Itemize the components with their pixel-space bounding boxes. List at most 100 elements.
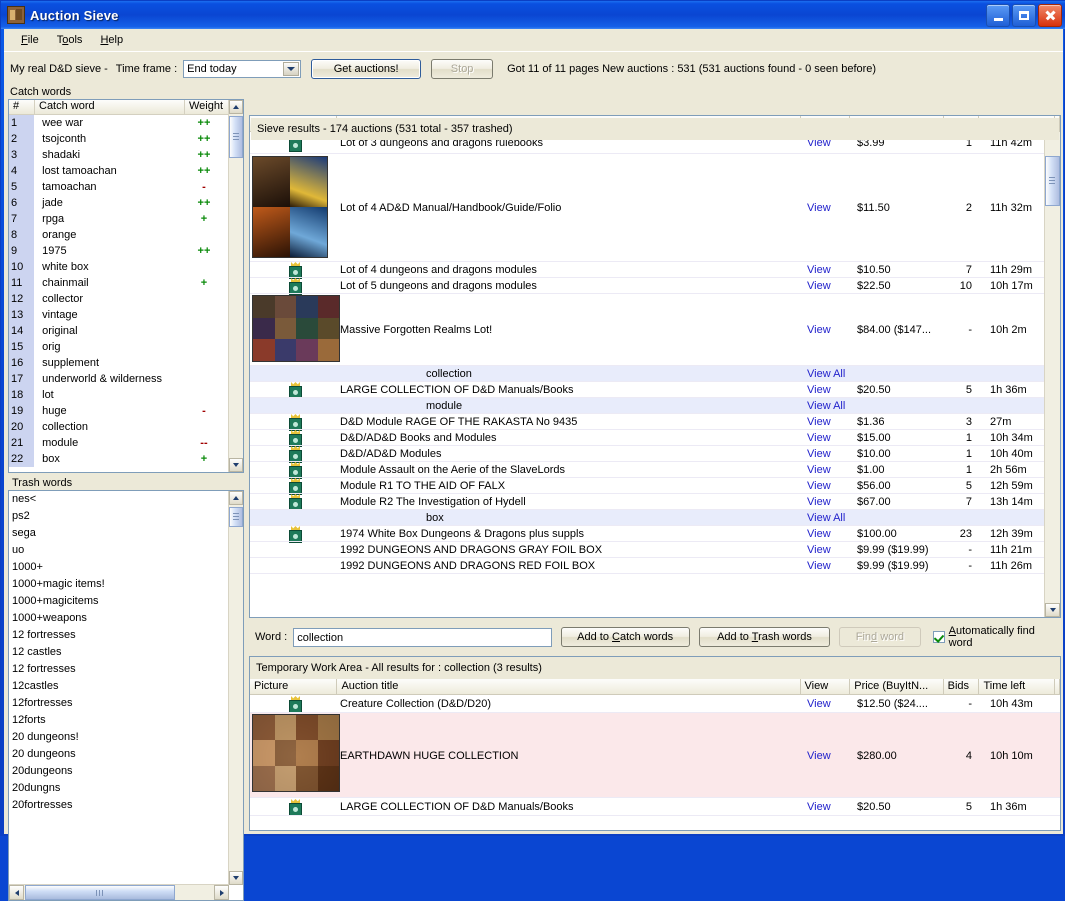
catch-word-row[interactable]: 15orig	[9, 339, 229, 355]
add-to-catch-words-button[interactable]: Add to Catch words	[561, 627, 690, 647]
table-row[interactable]: Massive Forgotten Realms Lot!View$84.00 …	[250, 294, 1045, 366]
trash-word-row[interactable]: ps2	[9, 508, 229, 525]
trash-words-vscrollbar[interactable]	[228, 491, 243, 885]
catch-word-row[interactable]: 13vintage	[9, 307, 229, 323]
view-link[interactable]: View	[804, 202, 854, 214]
view-link[interactable]: View	[804, 698, 854, 710]
trash-word-row[interactable]: uo	[9, 542, 229, 559]
view-link[interactable]: View	[804, 560, 854, 572]
table-row[interactable]: Lot of 5 dungeons and dragons modulesVie…	[250, 278, 1045, 294]
column-header-price[interactable]: Price (BuyItN...	[850, 679, 943, 694]
table-row[interactable]: Module R2 The Investigation of HydellVie…	[250, 494, 1045, 510]
column-header-bids[interactable]: Bids	[944, 679, 980, 694]
chevron-down-icon[interactable]	[283, 62, 299, 76]
catch-word-row[interactable]: 14original	[9, 323, 229, 339]
scroll-left-icon[interactable]	[9, 885, 24, 900]
table-row[interactable]: Lot of 4 AD&D Manual/Handbook/Guide/Foli…	[250, 154, 1045, 262]
menu-file[interactable]: File	[12, 32, 48, 48]
table-row[interactable]: LARGE COLLECTION OF D&D Manuals/BooksVie…	[250, 382, 1045, 398]
catch-word-row[interactable]: 10white box	[9, 259, 229, 275]
table-row[interactable]: 1992 DUNGEONS AND DRAGONS RED FOIL BOXVi…	[250, 558, 1045, 574]
trash-words-list[interactable]: nes<ps2segauo1000+1000+magic items!1000+…	[8, 490, 244, 901]
catch-word-row[interactable]: 21module--	[9, 435, 229, 451]
catch-word-row[interactable]: 6jade++	[9, 195, 229, 211]
scroll-up-icon[interactable]	[229, 100, 243, 114]
view-link[interactable]: View	[804, 384, 854, 396]
scroll-thumb[interactable]	[1045, 156, 1060, 206]
scroll-down-icon[interactable]	[1045, 603, 1060, 617]
column-header-catch-word[interactable]: Catch word	[35, 100, 185, 114]
table-row[interactable]: D&D/AD&D Books and ModulesView$15.00110h…	[250, 430, 1045, 446]
table-row[interactable]: Module R1 TO THE AID OF FALXView$56.0051…	[250, 478, 1045, 494]
trash-word-row[interactable]: 20dungns	[9, 780, 229, 797]
sieve-results-scrollbar[interactable]	[1044, 116, 1060, 617]
trash-word-row[interactable]: 12fortresses	[9, 695, 229, 712]
table-row[interactable]: 1992 DUNGEONS AND DRAGONS GRAY FOIL BOXV…	[250, 542, 1045, 558]
table-row[interactable]: EARTHDAWN HUGE COLLECTIONView$280.00410h…	[250, 713, 1060, 798]
catch-word-row[interactable]: 16supplement	[9, 355, 229, 371]
view-link[interactable]: View	[804, 480, 854, 492]
table-row[interactable]: LARGE COLLECTION OF D&D Manuals/BooksVie…	[250, 798, 1060, 816]
hscroll-thumb[interactable]	[25, 885, 175, 900]
view-link[interactable]: View All	[804, 368, 854, 380]
view-link[interactable]: View All	[804, 400, 854, 412]
trash-word-row[interactable]: 20dungeons	[9, 763, 229, 780]
catch-word-row[interactable]: 2tsojconth++	[9, 131, 229, 147]
column-header-picture[interactable]: Picture	[250, 679, 337, 694]
trash-word-row[interactable]: 12 castles	[9, 644, 229, 661]
catch-word-row[interactable]: 1wee war++	[9, 115, 229, 131]
view-link[interactable]: View	[804, 750, 854, 762]
trash-word-row[interactable]: sega	[9, 525, 229, 542]
view-link[interactable]: View	[804, 416, 854, 428]
close-button[interactable]	[1038, 4, 1062, 27]
trash-word-row[interactable]: 20 dungeons!	[9, 729, 229, 746]
scroll-down-icon[interactable]	[229, 458, 243, 472]
checkbox-icon[interactable]	[933, 631, 945, 643]
trash-word-row[interactable]: 20 dungeons	[9, 746, 229, 763]
catch-words-list[interactable]: # Catch word Weight 1wee war++2tsojconth…	[8, 99, 244, 473]
catch-word-row[interactable]: 20collection	[9, 419, 229, 435]
view-link[interactable]: View	[804, 528, 854, 540]
timeframe-select[interactable]: End today	[183, 60, 301, 78]
catch-word-row[interactable]: 18lot	[9, 387, 229, 403]
catch-word-row[interactable]: 5tamoachan-	[9, 179, 229, 195]
view-link[interactable]: View	[804, 324, 854, 336]
view-link[interactable]: View	[804, 464, 854, 476]
trash-word-row[interactable]: 12 fortresses	[9, 627, 229, 644]
group-header-row[interactable]: collectionView All	[250, 366, 1045, 382]
catch-words-scrollbar[interactable]	[228, 100, 243, 472]
table-row[interactable]: D&D Module RAGE OF THE RAKASTA No 9435Vi…	[250, 414, 1045, 430]
trash-word-row[interactable]: 12forts	[9, 712, 229, 729]
catch-word-row[interactable]: 22box+	[9, 451, 229, 467]
view-link[interactable]: View All	[804, 512, 854, 524]
table-row[interactable]: D&D/AD&D ModulesView$10.00110h 40m	[250, 446, 1045, 462]
get-auctions-button[interactable]: Get auctions!	[311, 59, 421, 79]
scroll-down-icon[interactable]	[229, 871, 243, 885]
view-link[interactable]: View	[804, 432, 854, 444]
view-link[interactable]: View	[804, 264, 854, 276]
scroll-thumb[interactable]	[229, 116, 243, 158]
auto-find-word-checkbox[interactable]: Automatically find word	[933, 625, 1061, 649]
column-header-view[interactable]: View	[801, 679, 851, 694]
catch-word-row[interactable]: 7rpga+	[9, 211, 229, 227]
table-row[interactable]: 1974 White Box Dungeons & Dragons plus s…	[250, 526, 1045, 542]
trash-word-row[interactable]: 20fortresses	[9, 797, 229, 814]
table-row[interactable]: Lot of 4 dungeons and dragons modulesVie…	[250, 262, 1045, 278]
catch-word-row[interactable]: 4lost tamoachan++	[9, 163, 229, 179]
trash-word-row[interactable]: 1000+	[9, 559, 229, 576]
trash-word-row[interactable]: 12castles	[9, 678, 229, 695]
menu-tools[interactable]: Tools	[48, 32, 92, 48]
menu-help[interactable]: Help	[91, 32, 132, 48]
catch-word-row[interactable]: 3shadaki++	[9, 147, 229, 163]
scroll-thumb[interactable]	[229, 507, 243, 527]
trash-word-row[interactable]: 1000+magicitems	[9, 593, 229, 610]
scroll-up-icon[interactable]	[229, 491, 243, 505]
word-input[interactable]: collection	[293, 628, 551, 647]
catch-word-row[interactable]: 19huge-	[9, 403, 229, 419]
minimize-button[interactable]	[986, 4, 1010, 27]
view-link[interactable]: View	[804, 544, 854, 556]
table-row[interactable]: Module Assault on the Aerie of the Slave…	[250, 462, 1045, 478]
trash-word-row[interactable]: 12 fortresses	[9, 661, 229, 678]
catch-word-row[interactable]: 11chainmail+	[9, 275, 229, 291]
trash-word-row[interactable]: 1000+weapons	[9, 610, 229, 627]
